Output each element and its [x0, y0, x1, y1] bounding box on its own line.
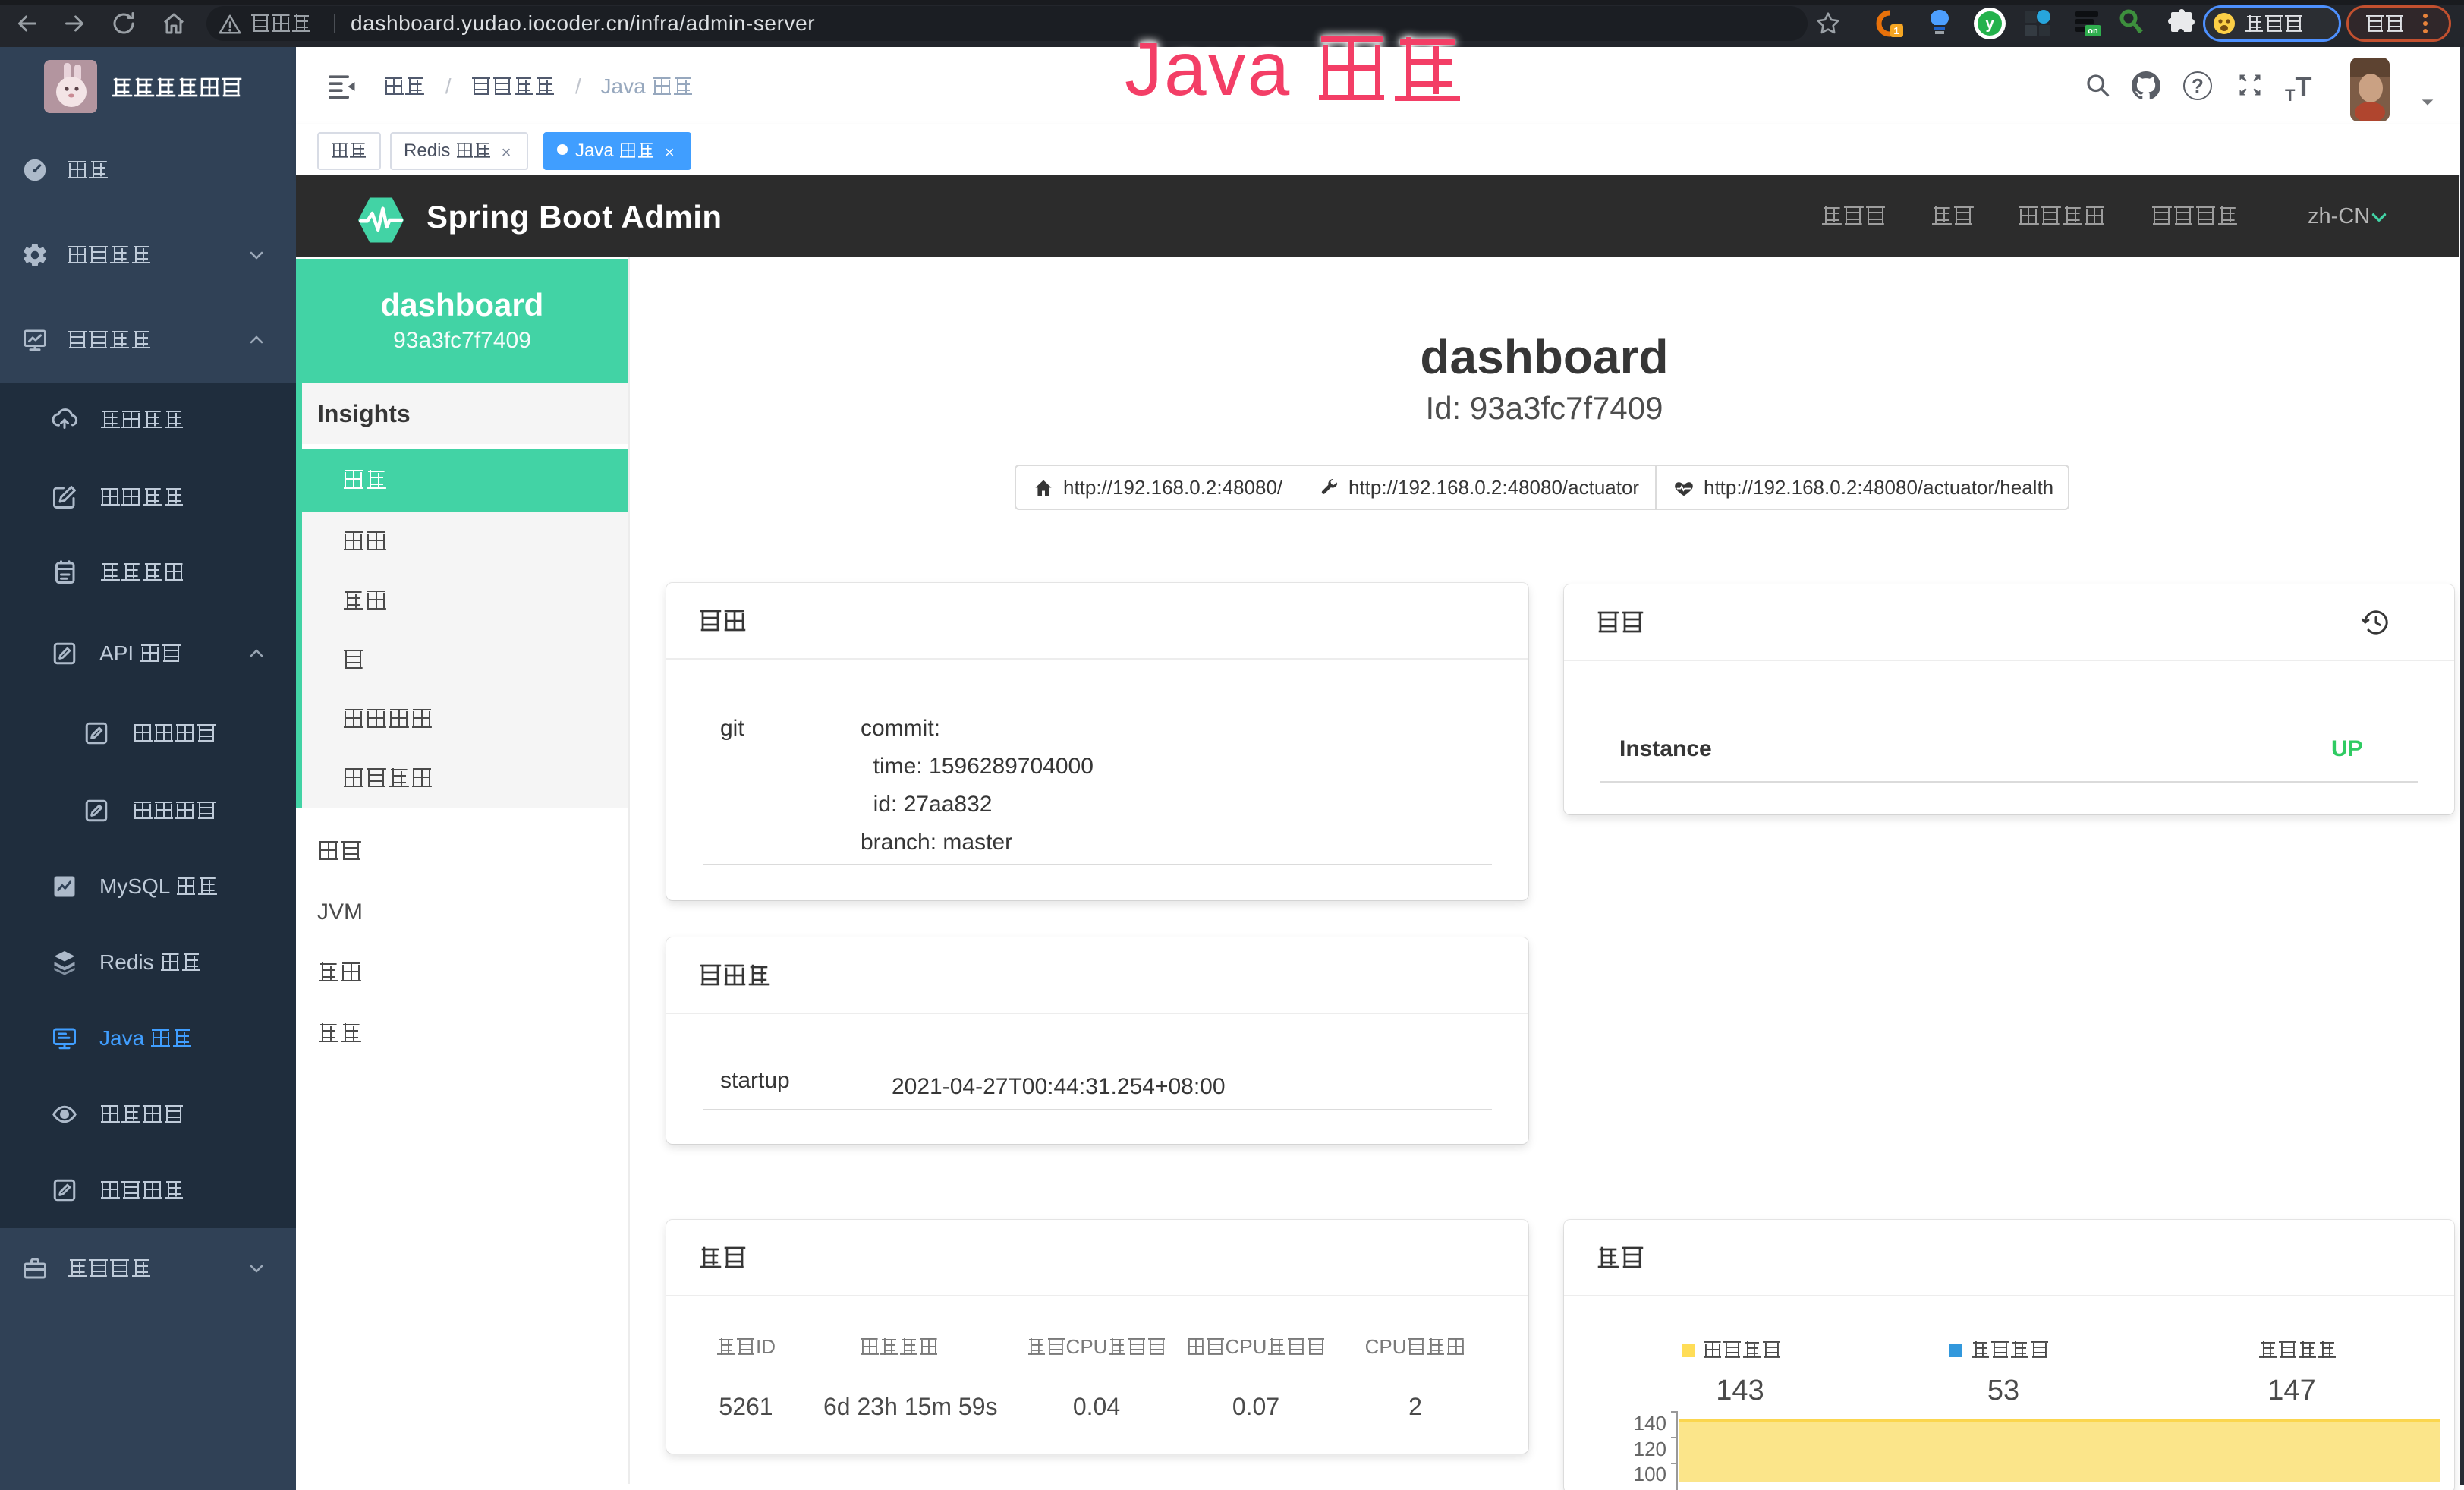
svg-text:1: 1 — [1893, 25, 1899, 36]
svg-text:on: on — [2088, 27, 2098, 36]
svg-text:y: y — [1985, 16, 1994, 33]
